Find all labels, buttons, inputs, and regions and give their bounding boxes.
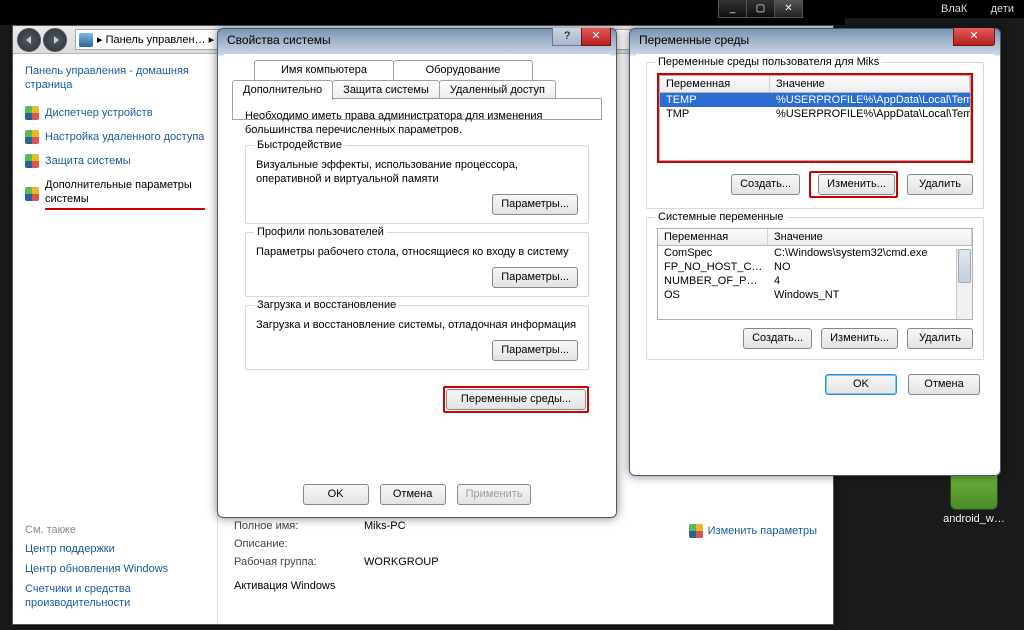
- highlight-box: Переменные среды...: [443, 386, 589, 413]
- shield-icon: [689, 524, 703, 538]
- group-desc: Загрузка и восстановление системы, отлад…: [256, 318, 578, 332]
- link-action-center[interactable]: Центр поддержки: [25, 542, 205, 556]
- shield-icon: [25, 154, 39, 168]
- fullname-value: Miks-PC: [364, 520, 406, 532]
- group-label: Переменные среды пользователя для Miks: [655, 56, 882, 68]
- minimize-button[interactable]: _: [718, 0, 747, 18]
- intro-text: Необходимо иметь права администратора дл…: [245, 109, 589, 137]
- ok-button[interactable]: OK: [825, 374, 897, 395]
- scrollbar[interactable]: [956, 249, 972, 319]
- workgroup-value: WORKGROUP: [364, 556, 439, 568]
- highlight-box: Изменить...: [809, 171, 898, 198]
- maximize-button[interactable]: ▢: [746, 0, 775, 18]
- sys-edit-button[interactable]: Изменить...: [821, 328, 898, 349]
- dialog-title: Свойства системы: [227, 33, 331, 47]
- table-row[interactable]: OSWindows_NT: [658, 288, 972, 302]
- close-button[interactable]: ✕: [581, 28, 611, 46]
- group-label: Системные переменные: [655, 211, 787, 223]
- see-also-heading: См. также: [25, 524, 205, 536]
- topbar-label: дети: [991, 3, 1014, 15]
- dialog-title: Переменные среды: [639, 33, 749, 47]
- tab-protection[interactable]: Защита системы: [332, 80, 440, 100]
- sidebar: Панель управления - домашняя страница Ди…: [13, 54, 217, 624]
- highlight-box: Переменная Значение TEMP %USERPROFILE%\A…: [657, 73, 973, 163]
- fullname-label: Полное имя:: [234, 520, 364, 532]
- sidebar-heading[interactable]: Панель управления - домашняя страница: [25, 64, 205, 92]
- sidebar-see-also: См. также Центр поддержки Центр обновлен…: [25, 524, 205, 616]
- topbar-label: ВлаК: [941, 3, 967, 15]
- tab-panel-advanced: Необходимо иметь права администратора дл…: [232, 98, 602, 120]
- table-row[interactable]: FP_NO_HOST_C…NO: [658, 260, 972, 274]
- user-variables-table[interactable]: Переменная Значение TEMP %USERPROFILE%\A…: [659, 75, 971, 161]
- group-performance: Быстродействие Визуальные эффекты, испол…: [245, 145, 589, 224]
- environment-variables-dialog: Переменные среды ✕ Переменные среды поль…: [629, 28, 1001, 476]
- group-startup: Загрузка и восстановление Загрузка и вос…: [245, 305, 589, 370]
- sys-create-button[interactable]: Создать...: [743, 328, 812, 349]
- column-header-variable[interactable]: Переменная: [658, 229, 768, 245]
- table-row[interactable]: TMP %USERPROFILE%\AppData\Local\Temp: [660, 107, 970, 121]
- table-row[interactable]: ComSpecC:\Windows\system32\cmd.exe: [658, 246, 972, 260]
- help-button[interactable]: ?: [552, 28, 582, 46]
- breadcrumb: ▸ Панель управлен… ▸: [97, 33, 214, 46]
- change-settings-link[interactable]: Изменить параметры: [689, 524, 817, 538]
- workgroup-label: Рабочая группа:: [234, 556, 364, 568]
- shield-icon: [25, 106, 39, 120]
- environment-variables-button[interactable]: Переменные среды...: [446, 389, 586, 410]
- table-row[interactable]: TEMP %USERPROFILE%\AppData\Local\Temp: [660, 93, 970, 107]
- link-perf-tools[interactable]: Счетчики и средства производительности: [25, 582, 205, 610]
- group-desc: Визуальные эффекты, использование процес…: [256, 158, 578, 186]
- cancel-button[interactable]: Отмена: [380, 484, 446, 505]
- apply-button[interactable]: Применить: [457, 484, 532, 505]
- user-create-button[interactable]: Создать...: [731, 174, 800, 195]
- group-label: Быстродействие: [254, 139, 345, 151]
- sidebar-link-remote[interactable]: Настройка удаленного доступа: [25, 130, 205, 144]
- shield-icon: [25, 130, 39, 144]
- column-header-value[interactable]: Значение: [770, 76, 970, 92]
- user-edit-button[interactable]: Изменить...: [818, 174, 895, 195]
- group-profiles: Профили пользователей Параметры рабочего…: [245, 232, 589, 297]
- column-header-value[interactable]: Значение: [768, 229, 972, 245]
- profiles-settings-button[interactable]: Параметры...: [492, 267, 578, 288]
- link-windows-update[interactable]: Центр обновления Windows: [25, 562, 205, 576]
- group-label: Загрузка и восстановление: [254, 299, 399, 311]
- system-variables-table[interactable]: Переменная Значение ComSpecC:\Windows\sy…: [657, 228, 973, 320]
- ok-button[interactable]: OK: [303, 484, 369, 505]
- sidebar-link-protection[interactable]: Защита системы: [25, 154, 205, 168]
- close-button[interactable]: ✕: [774, 0, 803, 18]
- sys-delete-button[interactable]: Удалить: [907, 328, 973, 349]
- system-properties-dialog: Свойства системы ? ✕ Имя компьютера Обор…: [217, 28, 617, 518]
- cancel-button[interactable]: Отмена: [908, 374, 980, 395]
- group-desc: Параметры рабочего стола, относящиеся ко…: [256, 245, 578, 259]
- shortcut-label: android_w…: [939, 513, 1009, 525]
- tab-hardware[interactable]: Оборудование: [393, 60, 533, 80]
- close-button[interactable]: ✕: [953, 28, 995, 46]
- column-header-variable[interactable]: Переменная: [660, 76, 770, 92]
- description-label: Описание:: [234, 538, 364, 550]
- shield-icon: [25, 187, 39, 201]
- nav-forward-button[interactable]: [43, 28, 67, 52]
- table-row[interactable]: NUMBER_OF_P…4: [658, 274, 972, 288]
- tab-advanced[interactable]: Дополнительно: [232, 80, 333, 100]
- hidden-window-titlebar: _ ▢ ✕: [0, 0, 845, 25]
- control-panel-icon: [79, 33, 93, 47]
- activation-heading: Активация Windows: [234, 580, 817, 592]
- startup-settings-button[interactable]: Параметры...: [492, 340, 578, 361]
- nav-back-button[interactable]: [17, 28, 41, 52]
- group-label: Профили пользователей: [254, 226, 387, 238]
- sidebar-link-device-manager[interactable]: Диспетчер устройств: [25, 106, 205, 120]
- user-delete-button[interactable]: Удалить: [907, 174, 973, 195]
- user-variables-group: Переменные среды пользователя для Miks П…: [646, 62, 984, 209]
- tab-computer-name[interactable]: Имя компьютера: [254, 60, 394, 80]
- system-variables-group: Системные переменные Переменная Значение…: [646, 217, 984, 360]
- sidebar-link-advanced[interactable]: Дополнительные параметры системы: [25, 178, 205, 210]
- tab-remote[interactable]: Удаленный доступ: [439, 80, 556, 100]
- performance-settings-button[interactable]: Параметры...: [492, 194, 578, 215]
